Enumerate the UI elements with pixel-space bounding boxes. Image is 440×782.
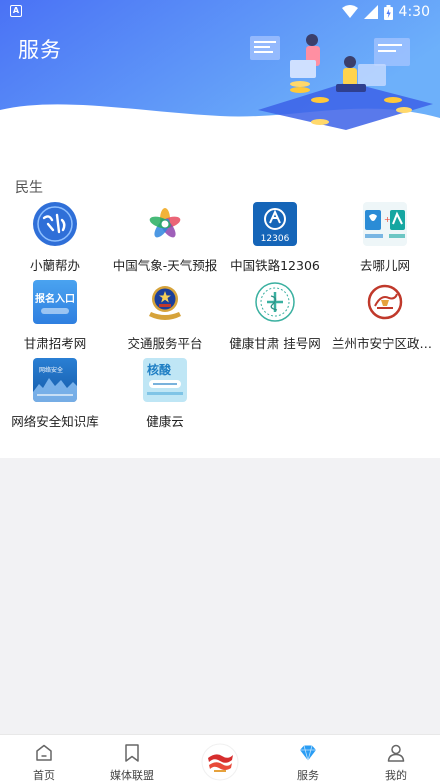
cyber-icon-text: 网络安全 xyxy=(39,366,63,374)
exam-icon-text: 报名入口 xyxy=(35,292,75,305)
nav-item-center[interactable] xyxy=(200,742,240,782)
service-item-health-cloud[interactable]: 核酸 健康云 xyxy=(110,358,220,430)
service-panel: 民生 小蘭帮办 中国气象-天气预报 12306 中国铁路12306 + 去哪儿网… xyxy=(0,160,440,458)
anning-logo-icon xyxy=(363,280,407,324)
header-illustration xyxy=(250,34,433,130)
weather-logo-icon xyxy=(143,202,187,246)
section-title: 民生 xyxy=(15,180,43,196)
service-item-weather[interactable]: 中国气象-天气预报 xyxy=(110,202,220,274)
service-label: 甘肃招考网 xyxy=(23,336,87,351)
service-label: 中国气象-天气预报 xyxy=(112,258,218,273)
service-item-12306[interactable]: 12306 中国铁路12306 xyxy=(220,202,330,274)
service-item-exam[interactable]: 报名入口 甘肃招考网 xyxy=(0,280,110,352)
nav-item-home[interactable]: 首页 xyxy=(0,735,88,782)
service-label: 健康甘肃 挂号网 xyxy=(229,336,321,351)
battery-icon xyxy=(383,4,393,20)
nav-item-service[interactable]: 服务 xyxy=(264,735,352,782)
nav-label: 首页 xyxy=(33,769,55,782)
service-label: 去哪儿网 xyxy=(359,258,410,273)
service-label: 中国铁路12306 xyxy=(230,258,320,273)
home-icon xyxy=(36,744,52,761)
service-label: 小蘭帮办 xyxy=(29,258,80,273)
service-item-qunar[interactable]: + 去哪儿网 xyxy=(330,202,440,274)
page-title: 服务 xyxy=(18,38,62,62)
service-item-xiaolan[interactable]: 小蘭帮办 xyxy=(0,202,110,274)
status-bar: A 4:30 xyxy=(0,0,440,24)
status-app-icon: A xyxy=(10,5,22,17)
center-logo-icon xyxy=(201,743,239,781)
health-cloud-icon-text: 核酸 xyxy=(147,362,172,377)
bookmark-icon xyxy=(125,744,139,762)
health-gansu-icon xyxy=(253,280,297,324)
profile-icon xyxy=(387,744,405,762)
service-item-health-gansu[interactable]: 健康甘肃 挂号网 xyxy=(220,280,330,352)
nav-label: 媒体联盟 xyxy=(110,769,154,782)
railway-12306-icon: 12306 xyxy=(253,202,297,246)
diamond-icon xyxy=(300,745,316,763)
nav-item-media[interactable]: 媒体联盟 xyxy=(88,735,176,782)
service-label: 兰州市安宁区政务服务 xyxy=(332,336,440,351)
header: A 4:30 服务 xyxy=(0,0,440,160)
cyber-security-icon: 网络安全 xyxy=(33,358,77,402)
service-item-anning[interactable]: 兰州市安宁区政务服务 xyxy=(330,280,440,352)
status-time: 4:30 xyxy=(398,4,430,20)
service-item-cyber[interactable]: 网络安全 网络安全知识库 xyxy=(0,358,110,430)
nav-label: 我的 xyxy=(385,769,407,782)
nav-label: 服务 xyxy=(297,769,319,782)
service-label: 交通服务平台 xyxy=(127,336,203,351)
service-label: 健康云 xyxy=(146,414,184,429)
police-emblem-icon xyxy=(143,280,187,324)
wifi-icon xyxy=(341,5,358,18)
exam-logo-icon: 报名入口 xyxy=(33,280,77,324)
service-label: 网络安全知识库 xyxy=(11,414,99,429)
signal-icon xyxy=(363,5,378,19)
qunar-logo-icon: + xyxy=(363,202,407,246)
service-item-traffic[interactable]: 交通服务平台 xyxy=(110,280,220,352)
xiaolan-logo-icon xyxy=(33,202,77,246)
nav-item-mine[interactable]: 我的 xyxy=(352,735,440,782)
health-cloud-icon: 核酸 xyxy=(143,358,187,402)
railway-icon-text: 12306 xyxy=(261,234,290,244)
svg-text:+: + xyxy=(384,215,391,224)
